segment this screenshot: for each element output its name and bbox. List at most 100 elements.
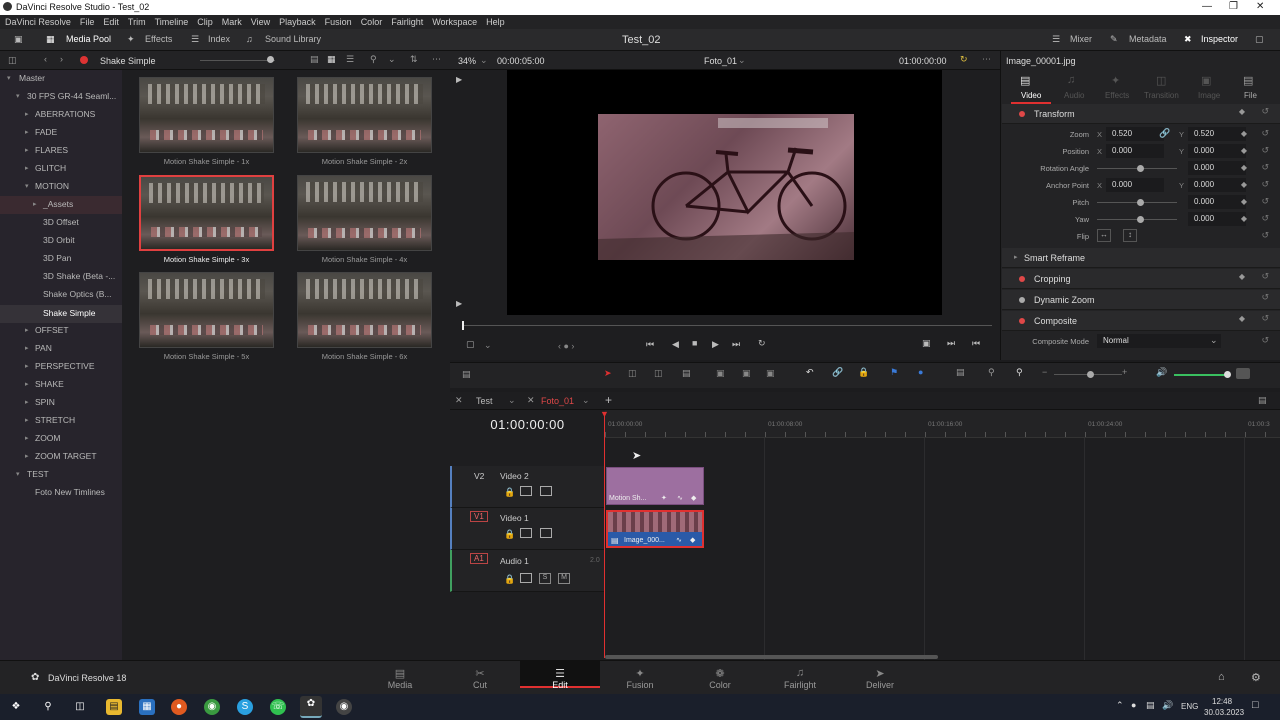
auto-select-icon[interactable]: [520, 486, 532, 496]
menu-edit[interactable]: Edit: [103, 17, 119, 27]
scrub-handle[interactable]: [462, 321, 464, 330]
keyframe-icon[interactable]: ◆: [1239, 314, 1245, 323]
whatsapp-icon[interactable]: ☏: [270, 699, 286, 715]
keyframe-icon[interactable]: ◆: [1239, 107, 1245, 116]
play-icon[interactable]: ▶: [712, 339, 719, 350]
volume-handle[interactable]: [1224, 371, 1231, 378]
menu-davinci[interactable]: DaVinci Resolve: [5, 17, 71, 27]
file-explorer-icon[interactable]: ▤: [106, 699, 122, 715]
clip-thumbnail[interactable]: [297, 175, 432, 251]
audio-meter-icon[interactable]: [1236, 368, 1250, 379]
zoom-fit-icon[interactable]: ▤: [956, 367, 965, 378]
chrome-icon[interactable]: ◉: [204, 699, 220, 715]
reset-icon[interactable]: ↺: [1261, 196, 1269, 207]
slider-handle[interactable]: [1137, 165, 1144, 172]
tab-timeline-test[interactable]: Test: [476, 396, 493, 406]
reset-icon[interactable]: ↺: [1261, 313, 1269, 324]
zoom-x-field[interactable]: 0.520: [1106, 127, 1164, 141]
tab-effects[interactable]: Effects: [1105, 91, 1129, 100]
search-icon[interactable]: ⚲: [40, 699, 56, 715]
slider-handle[interactable]: [1137, 199, 1144, 206]
bin-item[interactable]: OFFSET: [35, 325, 69, 341]
curve-icon[interactable]: ∿: [676, 536, 682, 544]
bin-item[interactable]: _Assets: [43, 199, 73, 215]
effects-button[interactable]: Effects: [145, 34, 172, 44]
tab-timeline-foto[interactable]: Foto_01: [541, 396, 574, 406]
bin-item[interactable]: ABERRATIONS: [35, 109, 95, 125]
bin-master[interactable]: Master: [19, 73, 45, 89]
track-header-v1[interactable]: V1 Video 1 🔒: [450, 508, 605, 550]
thumbnail-view-icon[interactable]: ▦: [327, 54, 336, 65]
track-badge[interactable]: V1: [470, 511, 488, 522]
rotation-field[interactable]: 0.000: [1188, 161, 1246, 175]
menu-view[interactable]: View: [251, 17, 270, 27]
thumb-size-slider[interactable]: [200, 60, 275, 61]
anchor-x-field[interactable]: 0.000: [1106, 178, 1164, 192]
chevron-down-icon[interactable]: ⌄: [480, 55, 488, 66]
maximize-icon[interactable]: ❐: [1229, 1, 1238, 12]
page-fusion[interactable]: ✦ Fusion: [600, 667, 680, 690]
zoom-in-icon[interactable]: +: [1122, 367, 1127, 377]
bin-item-selected[interactable]: Shake Simple: [0, 305, 122, 323]
track-output-icon[interactable]: [540, 486, 552, 496]
more-icon[interactable]: ⋯: [432, 54, 441, 65]
track-header-a1[interactable]: A1 Audio 1 2.0 🔒 S M: [450, 550, 605, 592]
reset-icon[interactable]: ↺: [1261, 230, 1269, 241]
reset-icon[interactable]: ↺: [1261, 271, 1269, 282]
reverse-icon[interactable]: ◀: [672, 339, 679, 350]
calculator-icon[interactable]: ▦: [139, 699, 155, 715]
skype-icon[interactable]: S: [237, 699, 253, 715]
sound-library-button[interactable]: Sound Library: [265, 34, 321, 44]
bin-item[interactable]: SPIN: [35, 397, 55, 413]
blade-tool-icon[interactable]: ▤: [682, 368, 691, 379]
loop-icon[interactable]: ↻: [960, 54, 968, 65]
slider-handle[interactable]: [1087, 371, 1094, 378]
clock-date[interactable]: 30.03.2023: [1204, 708, 1244, 717]
playhead-handle-icon[interactable]: ▼: [600, 409, 609, 419]
tab-file[interactable]: File: [1244, 91, 1257, 100]
flip-horizontal-icon[interactable]: ↔: [1097, 229, 1111, 242]
keyframe-icon[interactable]: ◆: [1239, 272, 1245, 281]
transform-section[interactable]: Transform ◆ ↺: [1002, 104, 1280, 124]
track-header-v2[interactable]: V2 Video 2 🔒: [450, 466, 605, 508]
chevron-down-icon[interactable]: ⌄: [508, 395, 516, 406]
menu-help[interactable]: Help: [486, 17, 505, 27]
audio-tab-icon[interactable]: ♫: [1067, 74, 1075, 86]
tab-audio[interactable]: Audio: [1064, 91, 1084, 100]
collapse-icon[interactable]: ▾: [25, 182, 29, 190]
match-frame-icon[interactable]: ▣: [922, 338, 931, 349]
page-cut[interactable]: ✂ Cut: [440, 667, 520, 690]
track-badge[interactable]: V2: [474, 471, 484, 481]
skip-start-icon[interactable]: ⏮: [646, 339, 654, 350]
more-icon[interactable]: ⋯: [982, 54, 991, 65]
notification-icon[interactable]: □: [1252, 699, 1259, 711]
replace-icon[interactable]: ▣: [766, 368, 775, 379]
microphone-icon[interactable]: ●: [1131, 700, 1136, 710]
selection-tool-icon[interactable]: ➤: [604, 368, 612, 379]
enable-dot-icon[interactable]: [1019, 318, 1025, 324]
clock-time[interactable]: 12:48: [1212, 697, 1232, 706]
image-tab-icon[interactable]: ▣: [1201, 74, 1211, 87]
mark-out-icon[interactable]: ▶: [456, 299, 462, 308]
sort-icon[interactable]: ⇅: [410, 54, 418, 65]
reset-icon[interactable]: ↺: [1261, 292, 1269, 303]
keyframe-icon[interactable]: ◆: [1241, 163, 1247, 172]
keyframe-icon[interactable]: ◆: [1241, 180, 1247, 189]
reset-icon[interactable]: ↺: [1261, 128, 1269, 139]
auto-select-icon[interactable]: [520, 573, 532, 583]
bin-item[interactable]: PAN: [35, 343, 52, 359]
thumb-size-handle[interactable]: [267, 56, 274, 63]
timeline-ruler[interactable]: 01:00:00:00 01:00:08:00 01:00:16:00 01:0…: [605, 410, 1280, 438]
expand-icon[interactable]: ▸: [25, 128, 29, 136]
task-view-icon[interactable]: ◫: [72, 699, 88, 715]
composite-section[interactable]: Composite ◆ ↺: [1002, 311, 1280, 331]
add-tab-icon[interactable]: +: [605, 393, 612, 407]
bin-item[interactable]: 30 FPS GR-44 Seaml...: [27, 91, 116, 107]
expand-icon[interactable]: ▸: [1014, 253, 1018, 261]
tray-chevron-icon[interactable]: ⌃: [1116, 700, 1124, 711]
page-edit[interactable]: ☰ Edit: [520, 661, 600, 690]
chevron-down-icon[interactable]: ⌄: [484, 340, 492, 351]
viewer-clip-name[interactable]: Foto_01: [704, 56, 737, 66]
yaw-field[interactable]: 0.000: [1188, 212, 1246, 226]
back-icon[interactable]: ‹: [44, 54, 47, 64]
